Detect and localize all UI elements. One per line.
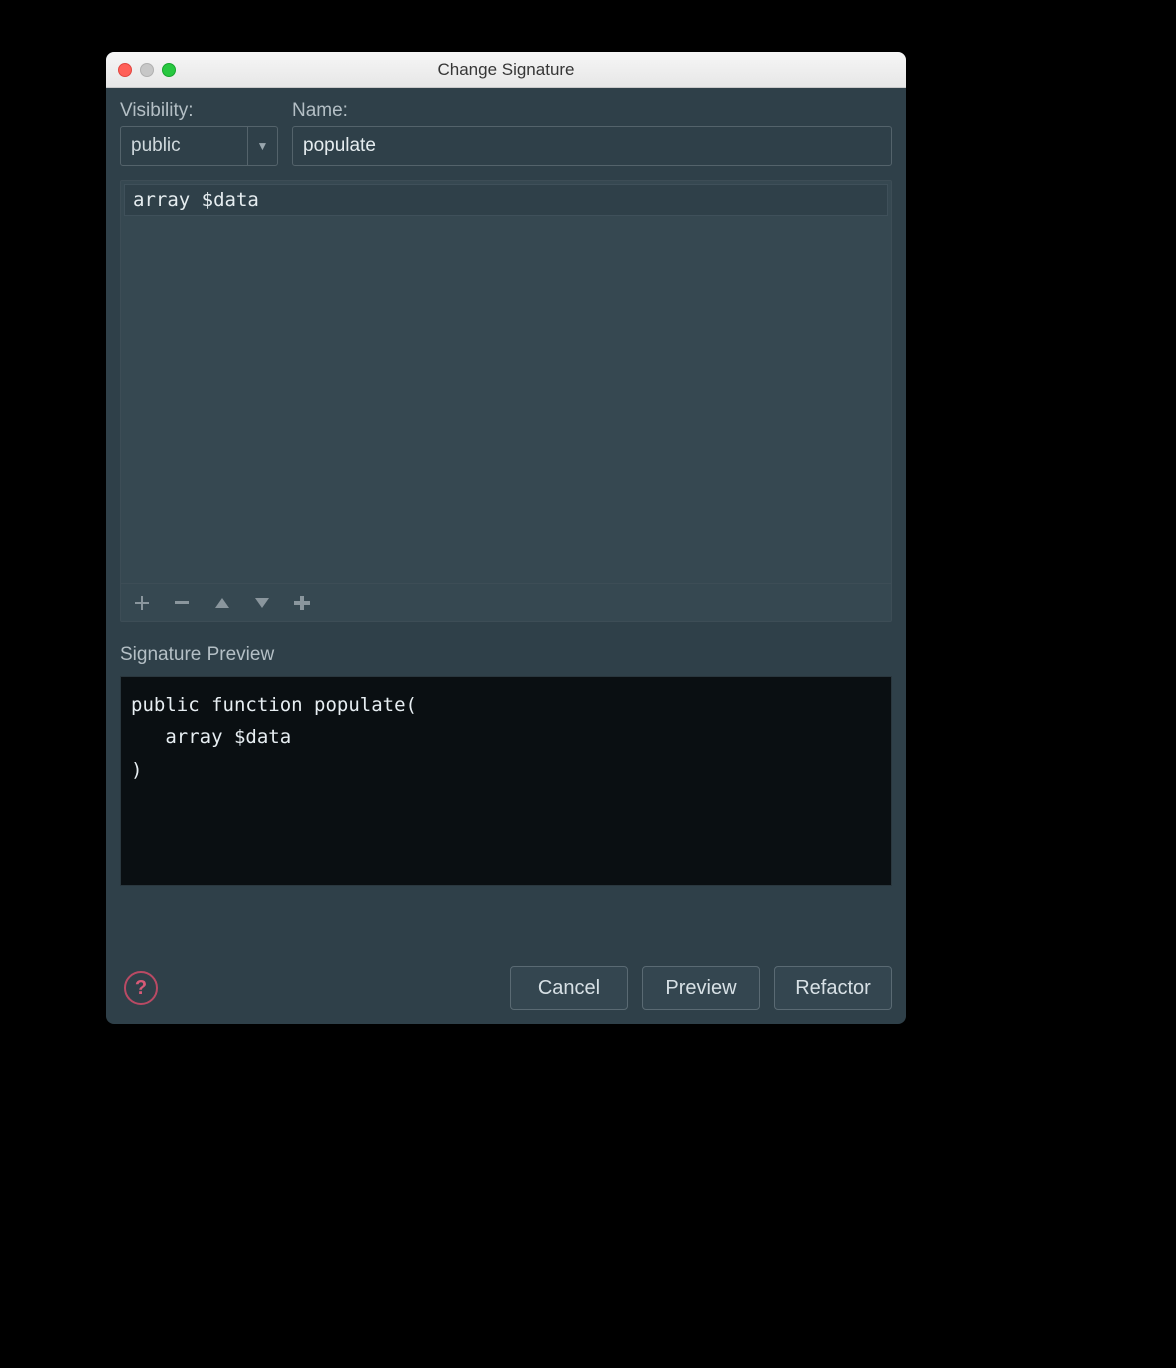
propagate-icon[interactable]: [293, 596, 311, 610]
add-icon[interactable]: [133, 596, 151, 610]
parameters-toolbar: [121, 583, 891, 621]
dialog-footer: ? Cancel Preview Refactor: [120, 952, 892, 1010]
parameter-text: array $data: [133, 189, 259, 211]
refactor-button[interactable]: Refactor: [774, 966, 892, 1010]
parameter-row[interactable]: array $data: [124, 184, 888, 216]
cancel-button[interactable]: Cancel: [510, 966, 628, 1010]
zoom-icon[interactable]: [162, 63, 176, 77]
move-up-icon[interactable]: [213, 598, 231, 608]
preview-line-3: ): [131, 759, 142, 781]
preview-line-2: array $data: [131, 726, 291, 748]
window-title: Change Signature: [106, 60, 906, 80]
close-icon[interactable]: [118, 63, 132, 77]
name-input[interactable]: populate: [292, 126, 892, 166]
help-icon[interactable]: ?: [124, 971, 158, 1005]
titlebar: Change Signature: [106, 52, 906, 88]
minimize-icon[interactable]: [140, 63, 154, 77]
remove-icon[interactable]: [173, 601, 191, 605]
parameters-panel: array $data: [120, 180, 892, 622]
name-label: Name:: [292, 100, 348, 122]
name-input-value: populate: [303, 135, 376, 157]
preview-button[interactable]: Preview: [642, 966, 760, 1010]
visibility-value: public: [121, 127, 247, 165]
signature-preview: public function populate( array $data ): [120, 676, 892, 886]
window-controls: [106, 63, 176, 77]
signature-preview-label: Signature Preview: [120, 644, 892, 666]
dialog-content: Visibility: Name: public ▼ populate arra…: [106, 88, 906, 1024]
visibility-label: Visibility:: [120, 100, 278, 122]
change-signature-dialog: Change Signature Visibility: Name: publi…: [106, 52, 906, 1024]
preview-line-1: public function populate(: [131, 694, 417, 716]
move-down-icon[interactable]: [253, 598, 271, 608]
chevron-down-icon[interactable]: ▼: [247, 127, 277, 165]
visibility-select[interactable]: public ▼: [120, 126, 278, 166]
parameters-list[interactable]: array $data: [121, 181, 891, 583]
